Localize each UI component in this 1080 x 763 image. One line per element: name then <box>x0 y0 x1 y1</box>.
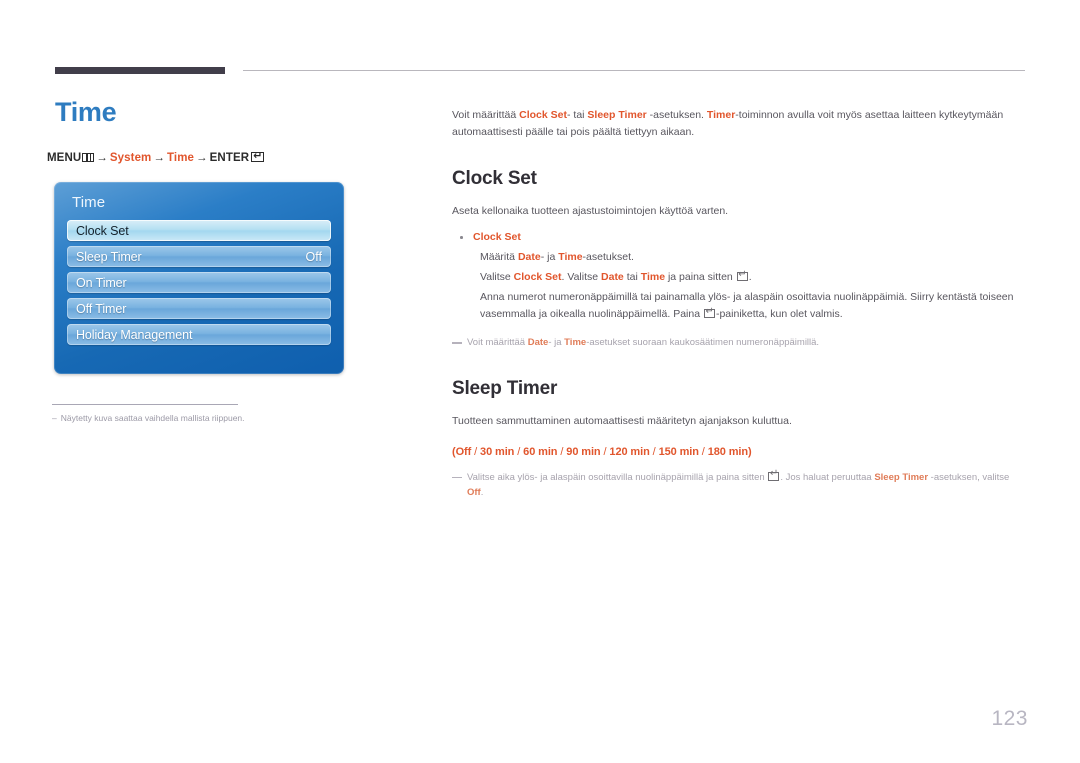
list-item: Clock Set Määritä Date- ja Time-asetukse… <box>452 230 1026 323</box>
osd-item-holiday-management[interactable]: Holiday Management <box>67 324 331 345</box>
osd-menu-title: Time <box>72 194 106 211</box>
enter-key-icon <box>703 307 715 319</box>
osd-item-label: On Timer <box>76 275 127 290</box>
menu-path-menu-label: MENU <box>47 152 82 164</box>
osd-menu-list: Clock Set Sleep Timer Off On Timer Off T… <box>67 220 331 345</box>
line1-e: -asetukset. <box>582 251 634 264</box>
menu-path-step-time: Time <box>167 152 195 164</box>
clock-set-note: Voit määrittää Date- ja Time-asetukset s… <box>452 335 1026 350</box>
opts-close: ) <box>747 445 752 458</box>
osd-item-label: Off Timer <box>76 301 127 316</box>
osd-item-label: Clock Set <box>76 223 129 238</box>
osd-item-sleep-timer[interactable]: Sleep Timer Off <box>67 246 331 267</box>
osd-item-on-timer[interactable]: On Timer <box>67 272 331 293</box>
osd-item-clock-set[interactable]: Clock Set <box>67 220 331 241</box>
bullet-title-clock-set: Clock Set <box>473 231 521 244</box>
term-sleep-timer: Sleep Timer <box>874 471 929 483</box>
sleep-timer-options: (Off / 30 min / 60 min / 90 min / 120 mi… <box>452 445 752 458</box>
line2-c: . Valitse <box>561 271 602 284</box>
line1-a: Määritä <box>480 251 518 264</box>
intro-term-sleep-timer: Sleep Timer <box>587 108 647 121</box>
opt-0: Off <box>455 445 472 458</box>
osd-item-label: Holiday Management <box>76 327 193 342</box>
intro-text-e: -asetuksen. <box>646 108 707 121</box>
term-date: Date <box>527 337 549 349</box>
line2-e: tai <box>623 271 641 284</box>
line2-g: ja paina sitten <box>665 271 736 284</box>
page-number: 123 <box>991 707 1028 730</box>
document-page: Time MENU→System→Time→ENTER Time Clock S… <box>0 0 1080 763</box>
osd-item-off-timer[interactable]: Off Timer <box>67 298 331 319</box>
term-time: Time <box>640 271 666 284</box>
intro-term-clock-set: Clock Set <box>519 108 567 121</box>
osd-menu-panel: Time Clock Set Sleep Timer Off On Timer … <box>54 182 344 374</box>
opt-4: 120 min <box>609 445 650 458</box>
osd-item-value: Off <box>305 249 322 264</box>
clock-set-line-3: Anna numerot numeronäppäimillä tai paina… <box>473 289 1026 323</box>
intro-paragraph: Voit määrittää Clock Set- tai Sleep Time… <box>452 107 1026 141</box>
st-note-a: Valitse aika ylös- ja alaspäin osoittavi… <box>467 471 768 483</box>
intro-text-a: Voit määrittää <box>452 108 520 121</box>
clock-set-line-1: Määritä Date- ja Time-asetukset. <box>473 249 1026 266</box>
opt-5: 150 min <box>658 445 699 458</box>
header-rule-dark <box>55 67 225 74</box>
clock-set-bullet-list: Clock Set Määritä Date- ja Time-asetukse… <box>452 230 1026 323</box>
menu-path-arrow-1: → <box>96 152 108 164</box>
menu-path-step-system: System <box>109 152 152 164</box>
header-rule-thin <box>243 70 1025 71</box>
menu-path-arrow-2: → <box>153 152 165 164</box>
note-e: -asetukset suoraan kaukosäätimen numeron… <box>586 337 820 349</box>
footnote-text: Näytetty kuva saattaa vaihdella mallista… <box>60 413 245 423</box>
menu-grid-icon <box>82 153 95 162</box>
section-heading-clock-set: Clock Set <box>452 167 537 189</box>
opt-2: 60 min <box>523 445 558 458</box>
menu-path: MENU → System → Time → ENTER <box>47 150 265 164</box>
term-time: Time <box>564 337 587 349</box>
clock-set-lead: Aseta kellonaika tuotteen ajastustoimint… <box>452 204 729 217</box>
note-a: Voit määrittää <box>467 337 528 349</box>
page-title: Time <box>55 97 117 127</box>
opt-3: 90 min <box>566 445 601 458</box>
section-heading-sleep-timer: Sleep Timer <box>452 377 558 399</box>
footnote-rule <box>52 404 238 405</box>
term-date: Date <box>517 251 541 264</box>
line2-h: . <box>748 271 752 284</box>
line3-b: -painiketta, kun olet valmis. <box>715 308 843 321</box>
st-note-f: . <box>480 487 484 499</box>
osd-item-label: Sleep Timer <box>76 249 142 264</box>
sleep-timer-note: Valitse aika ylös- ja alaspäin osoittavi… <box>452 469 1026 501</box>
term-off: Off <box>467 487 481 499</box>
clock-set-line-2: Valitse Clock Set. Valitse Date tai Time… <box>473 269 1026 286</box>
menu-path-arrow-3: → <box>196 152 208 164</box>
sleep-timer-lead: Tuotteen sammuttaminen automaattisesti m… <box>452 414 792 427</box>
term-time: Time <box>558 251 583 264</box>
st-note-b: . Jos haluat peruuttaa <box>780 471 875 483</box>
line1-c: - ja <box>540 251 559 264</box>
term-clock-set: Clock Set <box>513 271 562 284</box>
note-c: - ja <box>548 337 565 349</box>
opt-1: 30 min <box>480 445 515 458</box>
st-note-d: -asetuksen, valitse <box>928 471 1010 483</box>
footnote: – Näytetty kuva saattaa vaihdella mallist… <box>52 412 352 425</box>
opt-6: 180 min <box>707 445 748 458</box>
footnote-dash: – <box>52 413 57 423</box>
enter-key-icon <box>768 469 780 481</box>
menu-path-enter-label: ENTER <box>209 152 250 164</box>
content-column: Voit määrittää Clock Set- tai Sleep Time… <box>452 96 1026 500</box>
line2-a: Valitse <box>480 271 514 284</box>
enter-key-icon <box>251 150 265 162</box>
intro-term-timer: Timer <box>706 108 736 121</box>
term-date: Date <box>601 271 624 284</box>
enter-key-icon <box>736 270 748 282</box>
intro-text-c: - tai <box>566 108 588 121</box>
